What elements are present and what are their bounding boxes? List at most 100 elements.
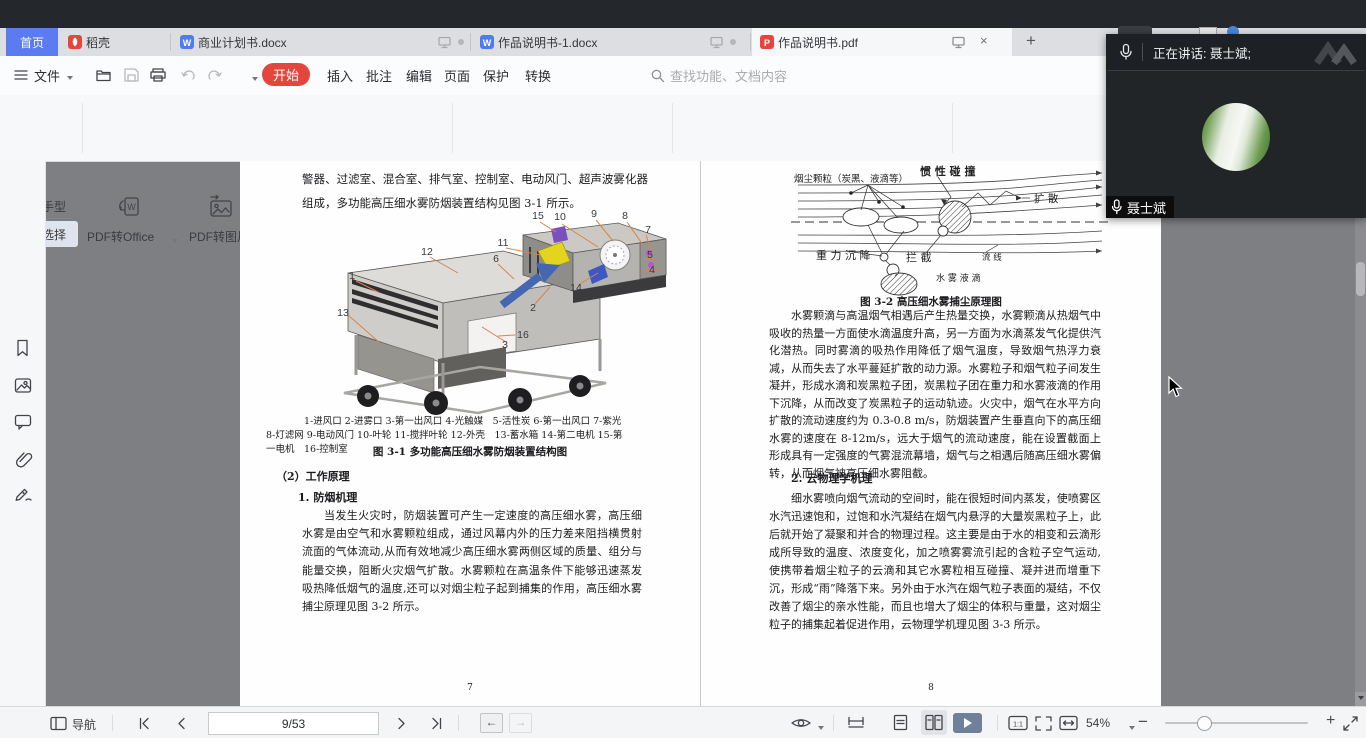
speaker-avatar <box>1202 103 1270 171</box>
tab-divider <box>750 33 751 51</box>
save-icon[interactable] <box>124 68 139 82</box>
zoom-out-button[interactable]: − <box>1138 712 1148 732</box>
tab-docer[interactable]: 稻壳 <box>60 28 170 56</box>
monitor-icon <box>710 36 723 49</box>
navigation-icon[interactable] <box>50 716 67 731</box>
double-page-icon[interactable] <box>925 714 943 732</box>
zoom-in-button[interactable]: + <box>1326 712 1335 730</box>
open-folder-icon[interactable] <box>96 68 112 82</box>
image-icon[interactable] <box>14 377 32 395</box>
chevron-down-icon <box>172 239 178 246</box>
navigation-button[interactable]: 导航 <box>72 716 96 733</box>
menu-start[interactable]: 开始 <box>262 63 310 86</box>
menu-protect[interactable]: 保护 <box>483 66 509 85</box>
tab-doc-1[interactable]: W 商业计划书.docx <box>172 28 470 56</box>
search-input[interactable]: 查找功能、文档内容 <box>670 66 787 85</box>
word-doc-icon: W <box>480 35 494 49</box>
meeting-logo-icon <box>1314 39 1358 65</box>
zoom-slider-thumb[interactable] <box>1197 716 1212 731</box>
figure-caption: 图 3-1 多功能高压细水雾防烟装置结构图 <box>240 444 700 459</box>
print-icon[interactable] <box>150 68 166 82</box>
svg-text:16: 16 <box>517 329 529 341</box>
svg-text:8: 8 <box>622 210 628 222</box>
vertical-scrollbar[interactable] <box>1355 161 1366 706</box>
menu-edit[interactable]: 编辑 <box>406 66 432 85</box>
figure-label-gravity: 重 力 沉 降 <box>816 247 871 263</box>
figure-label: 1 <box>349 270 355 282</box>
sub-heading: 2. 云物理学机理 <box>791 470 872 486</box>
pdf-page-7[interactable]: 警器、过滤室、混合室、排气室、控制室、电动风门、超声波雾化器组成，多功能高压细水… <box>240 161 700 706</box>
section-heading: （2）工作原理 <box>276 468 350 484</box>
menu-file[interactable]: 文件 <box>34 66 60 85</box>
body-text: 当发生火灾时，防烟装置可产生一定速度的高压细水雾，高压细水雾是由空气和水雾颗粒组… <box>302 507 642 616</box>
svg-text:14: 14 <box>570 282 582 294</box>
continuous-read-icon[interactable] <box>847 715 865 732</box>
meeting-overlay[interactable]: 正在讲话: 聂士斌; 聂士斌 <box>1106 34 1366 218</box>
hamburger-icon[interactable] <box>14 69 28 81</box>
redo-icon[interactable] <box>207 69 222 82</box>
search-icon[interactable] <box>651 69 665 83</box>
figure-label-intercept: 拦 截 <box>906 249 932 265</box>
next-page-icon[interactable] <box>396 717 407 730</box>
tab-divider <box>170 33 171 51</box>
fullscreen-icon[interactable] <box>1342 715 1359 732</box>
video-feed <box>1108 70 1364 217</box>
svg-text:3: 3 <box>502 339 508 351</box>
undo-icon[interactable] <box>181 69 196 82</box>
fit-width-icon[interactable] <box>1059 715 1078 732</box>
status-bar: 导航 ← → 1:1 54% − + <box>0 706 1366 738</box>
word-doc-icon: W <box>180 35 194 49</box>
body-text: 细水雾喷向烟气流动的空间时，能在很短时间内蒸发，使喷雾区水汽迅速饱和，过饱和水汽… <box>769 490 1101 634</box>
back-view-button[interactable]: ← <box>480 713 503 733</box>
close-icon[interactable]: × <box>980 33 988 48</box>
pdf-to-office-button[interactable]: PDF转Office <box>87 228 154 245</box>
scrollbar-thumb[interactable] <box>1356 262 1365 296</box>
last-page-icon[interactable] <box>430 717 443 730</box>
toolbar-more-icon[interactable] <box>252 77 258 84</box>
figure-label-droplet: 水 雾 液 滴 <box>936 271 981 284</box>
first-page-icon[interactable] <box>138 717 151 730</box>
menu-convert[interactable]: 转换 <box>525 66 551 85</box>
menu-page[interactable]: 页面 <box>444 66 470 85</box>
pdf-page-8[interactable]: 烟尘颗粒（炭黑、液滴等） 惯 性 碰 撞 扩 散 重 力 沉 降 拦 截 流 线… <box>700 161 1161 706</box>
single-page-icon[interactable] <box>893 714 908 732</box>
tab-doc-2[interactable]: W 作品说明书-1.docx <box>472 28 750 56</box>
menu-insert[interactable]: 插入 <box>327 66 353 85</box>
figure-label-particles: 烟尘颗粒（炭黑、液滴等） <box>794 171 908 185</box>
new-tab-icon[interactable]: + <box>1026 31 1036 51</box>
svg-text:1:1: 1:1 <box>1013 722 1023 729</box>
pdf-icon: P <box>760 35 774 49</box>
menu-comment[interactable]: 批注 <box>366 66 392 85</box>
signature-icon[interactable] <box>14 483 34 503</box>
zoom-level-display[interactable]: 54% <box>1086 716 1110 730</box>
attachment-icon[interactable] <box>14 449 33 468</box>
prev-page-icon[interactable] <box>176 717 187 730</box>
title-bar <box>0 0 1366 28</box>
play-icon <box>964 718 977 728</box>
svg-text:W: W <box>183 38 192 48</box>
actual-size-icon[interactable]: 1:1 <box>1008 715 1028 732</box>
page-number: 7 <box>240 683 700 693</box>
chevron-down-icon <box>1129 726 1135 733</box>
pdf-to-office-icon: W <box>116 195 142 219</box>
tab-divider <box>470 33 471 51</box>
fit-page-icon[interactable] <box>1034 715 1053 732</box>
tab-pdf-active[interactable]: P 作品说明书.pdf × <box>752 28 1012 56</box>
svg-text:7: 7 <box>645 224 651 236</box>
svg-text:10: 10 <box>554 211 566 223</box>
header-divider <box>1142 43 1143 61</box>
play-slideshow-button[interactable] <box>953 713 982 733</box>
bookmark-icon[interactable] <box>14 339 31 357</box>
page-indicator-input[interactable] <box>208 712 379 735</box>
eye-protect-icon[interactable] <box>790 715 812 731</box>
svg-text:11: 11 <box>498 237 509 249</box>
sub-heading: 1. 防烟机理 <box>298 489 357 505</box>
tab-home[interactable]: 首页 <box>6 28 58 56</box>
svg-text:9: 9 <box>591 208 597 220</box>
scroll-down-button[interactable] <box>1355 692 1366 706</box>
zoom-slider-track[interactable] <box>1165 722 1308 724</box>
comment-icon[interactable] <box>14 413 32 431</box>
svg-text:W: W <box>483 38 492 48</box>
svg-text:P: P <box>764 38 770 48</box>
forward-view-button[interactable]: → <box>509 713 532 733</box>
